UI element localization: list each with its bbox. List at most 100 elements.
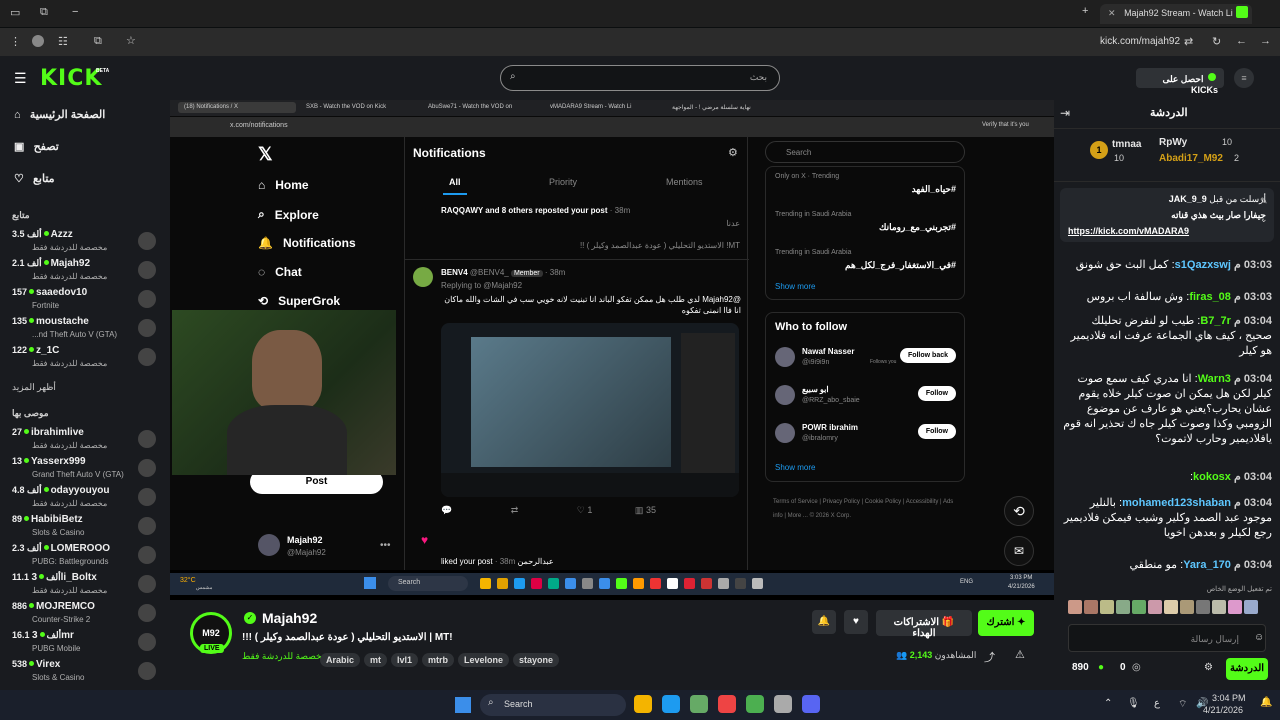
get-kicks-button[interactable]: احصل على KICKs	[1136, 68, 1224, 95]
site-settings-icon[interactable]: ⇄	[1184, 35, 1193, 48]
new-tab-icon[interactable]: +	[1082, 5, 1088, 17]
pinned-link[interactable]: https://kick.com/vMADARA9	[1068, 226, 1189, 236]
tray-chevron-icon[interactable]: ⌃	[1104, 698, 1112, 709]
pinned-message[interactable]: أرسلت من قبل 9_JAK_9 ✎ جيفارا صار بيث هذ…	[1060, 188, 1274, 242]
stream-tag[interactable]: lvl1	[391, 653, 419, 667]
emoji-icon[interactable]: ☺	[1254, 632, 1264, 643]
expand-pinned-icon[interactable]: ⌄	[1260, 214, 1268, 225]
clock-date[interactable]: 4/21/2026	[1203, 705, 1243, 715]
following-channel[interactable]: 2.1 ألف Majah92 مخصصة للدردشة فقط	[12, 257, 162, 287]
bookmarks-icon[interactable]: ☷	[58, 35, 68, 48]
recommended-channel[interactable]: 13 Yasserx999 Grand Theft Auto V (GTA)	[12, 455, 162, 485]
emote-icon[interactable]	[1148, 600, 1162, 614]
stream-tag[interactable]: Levelone	[458, 653, 510, 667]
extensions-icon[interactable]: ⧉	[94, 35, 102, 48]
profile-icon[interactable]	[32, 35, 44, 47]
chat-username[interactable]: kokosx	[1193, 471, 1231, 483]
emote-icon[interactable]	[1132, 600, 1146, 614]
chat-username[interactable]: Warn3	[1198, 373, 1231, 385]
stream-tag[interactable]: mt	[364, 653, 388, 667]
url-text[interactable]: kick.com/majah92	[1100, 36, 1180, 47]
gift-subs-button[interactable]: 🎁 الاشتراكات الهداء	[876, 610, 972, 639]
back-icon[interactable]: ←	[1236, 35, 1247, 47]
emote-icon[interactable]	[1116, 600, 1130, 614]
recommended-channel[interactable]: 2.3 ألف LOMEROOO PUBG: Battlegrounds	[12, 542, 162, 572]
show-more-link[interactable]: أظهر المزيد	[12, 382, 56, 393]
notify-bell-icon[interactable]: 🔔	[812, 610, 836, 634]
steam-icon[interactable]	[774, 695, 792, 713]
emote-icon[interactable]	[1180, 600, 1194, 614]
tab-list-icon[interactable]: ⧉	[40, 6, 48, 19]
recommended-channel[interactable]: 11.1 ألف3li_Boltx مخصصة للدردشة فقط	[12, 571, 162, 601]
tab-close-icon[interactable]: ✕	[1108, 8, 1116, 18]
chat-username[interactable]: Yara_170	[1183, 559, 1231, 571]
nav-home[interactable]: ⌂ الصفحة الرئيسية	[14, 108, 105, 121]
top-gifter-3[interactable]: Abadi17_M92	[1159, 153, 1223, 164]
stream-tag[interactable]: mtrb	[422, 653, 455, 667]
taskbar-search[interactable]: Search	[480, 694, 626, 716]
user-menu-icon[interactable]: ≡	[1234, 68, 1254, 88]
emote-icon[interactable]	[1164, 600, 1178, 614]
subscribe-button[interactable]: ✦ اشترك	[978, 610, 1034, 636]
emote-icon[interactable]	[1228, 600, 1242, 614]
chat-username[interactable]: s1Qazxswj	[1175, 259, 1231, 271]
chat-username[interactable]: firas_08	[1189, 291, 1231, 303]
chat-username[interactable]: mohamed123shaban	[1122, 497, 1231, 509]
star-icon[interactable]: ☆	[126, 34, 136, 47]
top-gifter-2[interactable]: RpWy	[1159, 137, 1187, 148]
sidebar-toggle-icon[interactable]: ▭	[10, 6, 20, 19]
browser-tab-active[interactable]: ✕ Majah92 Stream - Watch Li	[1100, 4, 1252, 24]
start-icon[interactable]	[455, 697, 471, 713]
stream-tag[interactable]: Arabic	[320, 653, 361, 667]
search-input[interactable]: بحث	[500, 65, 780, 91]
nav-following[interactable]: ♡ متابع	[14, 172, 55, 185]
minimize-icon[interactable]: −	[72, 6, 78, 18]
emote-icon[interactable]	[1100, 600, 1114, 614]
channel-name[interactable]: Majah92	[262, 610, 317, 626]
file-explorer-icon[interactable]	[634, 695, 652, 713]
recommended-channel[interactable]: 27 ibrahimlive مخصصة للدردشة فقط	[12, 426, 162, 456]
share-icon[interactable]: ⤴	[984, 649, 995, 665]
recommended-channel[interactable]: 4.8 ألف odayyouyou مخصصة للدردشة فقط	[12, 484, 162, 514]
clock-time[interactable]: 3:04 PM	[1212, 693, 1246, 703]
favorite-heart-icon[interactable]: ♥	[844, 610, 868, 634]
report-icon[interactable]: ⚠	[1015, 648, 1025, 661]
store-icon[interactable]	[690, 695, 708, 713]
chat-settings-icon[interactable]: ⚙	[1204, 662, 1213, 673]
following-channel[interactable]: 122 z_1C مخصصة للدردشة فقط	[12, 344, 162, 374]
chat-message: 03:03 م s1Qazxswj: كمل البث حق شونق	[1075, 259, 1272, 271]
recommended-channel[interactable]: 16.1 ألف3mr PUBG Mobile	[12, 629, 162, 659]
edge-icon[interactable]	[662, 695, 680, 713]
stream-category[interactable]: مخصصة للدردشة فقط	[242, 651, 327, 662]
kick-logo[interactable]: KICK	[40, 66, 102, 91]
menu-dots-icon[interactable]: ⋮	[10, 35, 21, 48]
forward-icon[interactable]: →	[1260, 35, 1271, 47]
following-channel[interactable]: 3.5 ألف Azzz مخصصة للدردشة فقط	[12, 228, 162, 258]
following-channel[interactable]: 157 saaedov10 Fortnite	[12, 286, 162, 316]
tray-lang[interactable]: ع	[1154, 698, 1160, 709]
emote-icon[interactable]	[1084, 600, 1098, 614]
recommended-channel[interactable]: 89 HabibiBetz Slots & Casino	[12, 513, 162, 543]
hamburger-icon[interactable]: ☰	[14, 70, 27, 87]
recommended-channel[interactable]: 886 MOJREMCO Counter-Strike 2	[12, 600, 162, 630]
chrome-icon[interactable]	[746, 695, 764, 713]
following-channel[interactable]: 135 moustache ...nd Theft Auto V (GTA)	[12, 315, 162, 345]
wifi-icon[interactable]: ⌔	[1178, 698, 1187, 711]
notification-bell-icon[interactable]: 🔔	[1260, 697, 1272, 708]
stream-tag[interactable]: stayone	[513, 653, 560, 667]
emote-icon[interactable]	[1244, 600, 1258, 614]
emote-icon[interactable]	[1212, 600, 1226, 614]
emote-icon[interactable]	[1196, 600, 1210, 614]
send-chat-button[interactable]: الدردشة	[1226, 658, 1268, 680]
emote-icon[interactable]	[1068, 600, 1082, 614]
collapse-chat-icon[interactable]: ⇥	[1060, 106, 1070, 120]
chat-username[interactable]: B7_7r	[1200, 315, 1231, 327]
chat-input[interactable]: إرسال رسالة	[1068, 624, 1266, 652]
top-gifter-1[interactable]: tmnaa	[1112, 139, 1141, 150]
reload-icon[interactable]: ↻	[1212, 35, 1221, 48]
recommended-channel[interactable]: 538 Virex Slots & Casino	[12, 658, 162, 688]
nav-browse[interactable]: ▣ تصفح	[14, 140, 59, 153]
discord-icon[interactable]	[802, 695, 820, 713]
brave-icon[interactable]	[718, 695, 736, 713]
mic-icon[interactable]: 🎙	[1127, 698, 1140, 709]
